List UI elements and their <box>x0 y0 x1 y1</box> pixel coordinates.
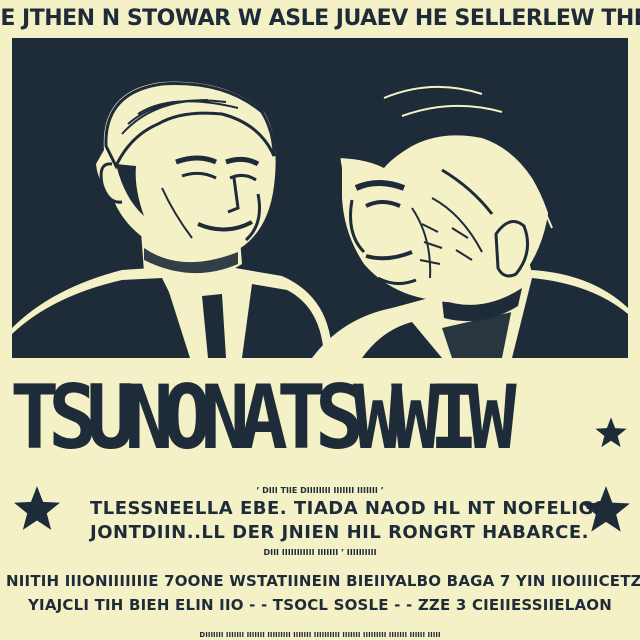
small-caption-top: ’ DIII TIIE DIIIIIIII IIIIIII IIIIIII ’ <box>256 486 384 495</box>
right-figure <box>312 59 628 358</box>
body-line-1: NIITIH IIIONIIIIIIIE 7OONE WSTATIINEIN B… <box>6 572 640 590</box>
portrait-illustration <box>12 59 628 358</box>
footer-fine-print: DIIIIIII IIIIIII IIIIIII IIIIIIIII IIIII… <box>199 631 441 639</box>
portrait-panel <box>12 38 628 358</box>
small-caption-bottom: DIII IIIIIIIIIII IIIIIII ’ IIIIIIIIII <box>263 548 377 557</box>
body-line-2: YIAJCLI TIH BIEH ELIN IIO - - TSOCL SOSL… <box>27 596 612 614</box>
main-title: TSUNONATSWWIW <box>10 366 517 469</box>
headline: THE JTHEN N STOWAR W ASLE JUAEV HE SELLE… <box>0 5 640 31</box>
subtitle-line-1: TLESSNEELLA EBE. TIADA NAOD HL NT NOFELI… <box>90 498 608 519</box>
poster: THE JTHEN N STOWAR W ASLE JUAEV HE SELLE… <box>0 0 640 640</box>
star-icon <box>14 486 60 530</box>
star-icon <box>595 417 627 448</box>
left-figure <box>12 81 332 358</box>
subtitle-line-2: JONTDIIN..LL DER JNIEN HIL RONGRT HABARC… <box>90 522 590 543</box>
